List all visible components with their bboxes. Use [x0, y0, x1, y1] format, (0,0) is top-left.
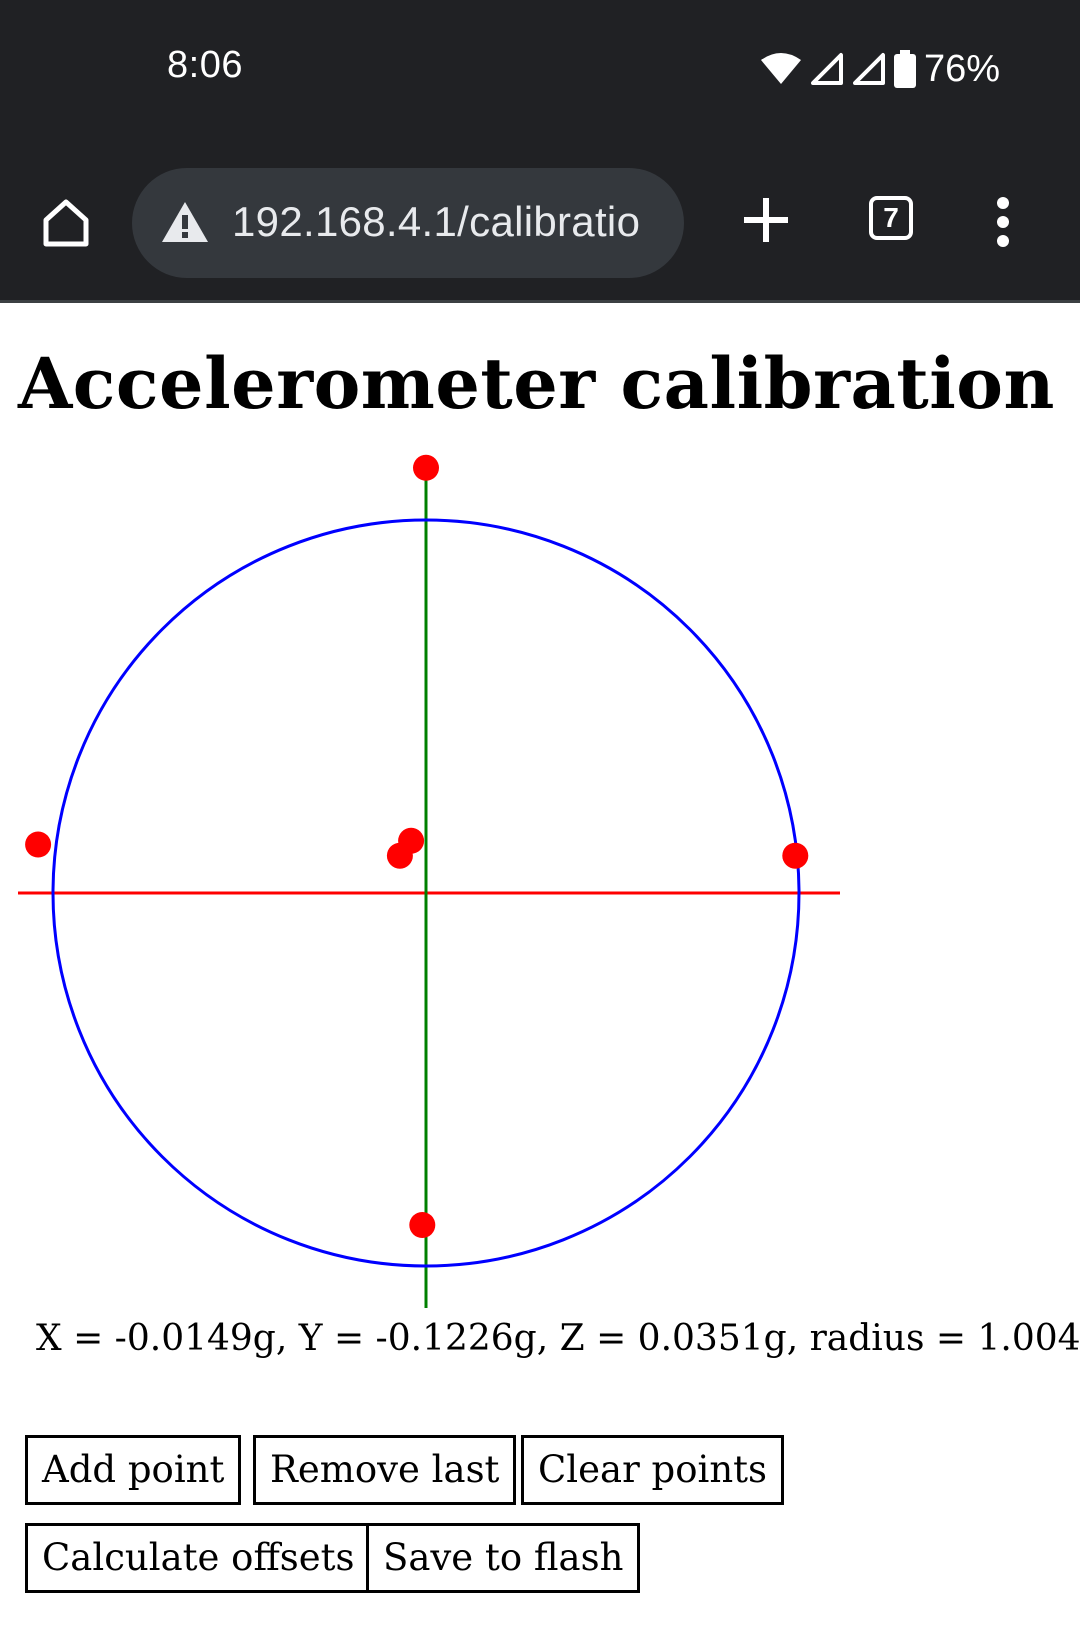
clear-points-button[interactable]: Clear points [521, 1435, 785, 1505]
wifi-icon [760, 53, 801, 84]
warning-icon[interactable] [160, 200, 210, 244]
battery-icon [893, 50, 916, 88]
tab-count: 7 [883, 202, 899, 233]
data-point [386, 842, 413, 869]
browser-toolbar: 192.168.4.1/calibratio 7 [0, 150, 1080, 303]
data-point [409, 1212, 436, 1238]
signal-icon [810, 53, 843, 85]
calculate-offsets-button[interactable]: Calculate offsets [25, 1523, 372, 1593]
add-point-button[interactable]: Add point [25, 1435, 242, 1505]
url-text[interactable]: 192.168.4.1/calibratio [232, 198, 672, 246]
remove-last-button[interactable]: Remove last [253, 1435, 517, 1505]
tabs-icon[interactable]: 7 [869, 196, 913, 240]
calibration-plot [18, 454, 840, 1308]
data-point [782, 842, 809, 869]
signal-icon [852, 53, 885, 85]
data-point [413, 454, 439, 481]
status-time: 8:06 [167, 44, 243, 86]
sensor-readout: X = -0.0149g, Y = -0.1226g, Z = 0.0351g,… [36, 1318, 1080, 1359]
home-icon[interactable] [38, 194, 94, 250]
overflow-menu-icon[interactable] [992, 196, 1014, 248]
save-to-flash-button[interactable]: Save to flash [366, 1523, 641, 1593]
data-point [25, 831, 52, 858]
status-icons: 76% [760, 44, 1000, 94]
data-points [25, 454, 809, 1238]
page-title: Accelerometer calibration [18, 342, 1055, 425]
plus-icon[interactable] [742, 196, 790, 244]
address-bar[interactable]: 192.168.4.1/calibratio [132, 168, 684, 278]
battery-percent: 76% [923, 47, 1000, 90]
status-bar: 8:06 76% [0, 0, 1080, 150]
